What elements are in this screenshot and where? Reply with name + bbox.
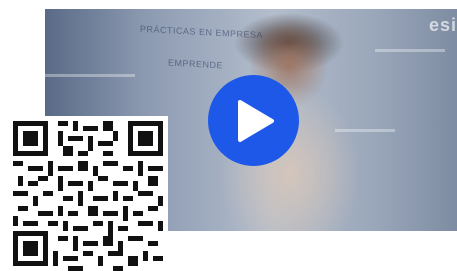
video-brand-watermark: esi — [428, 15, 457, 35]
qr-code-icon — [8, 116, 168, 271]
play-icon — [237, 99, 274, 142]
background-shelf — [375, 49, 445, 52]
play-button[interactable] — [208, 75, 299, 166]
background-wall-text: EMPRENDE — [168, 57, 224, 71]
background-shelf — [45, 74, 135, 77]
background-shelf — [335, 129, 395, 132]
background-wall-text: PRÁCTICAS EN EMPRESA — [140, 23, 264, 41]
